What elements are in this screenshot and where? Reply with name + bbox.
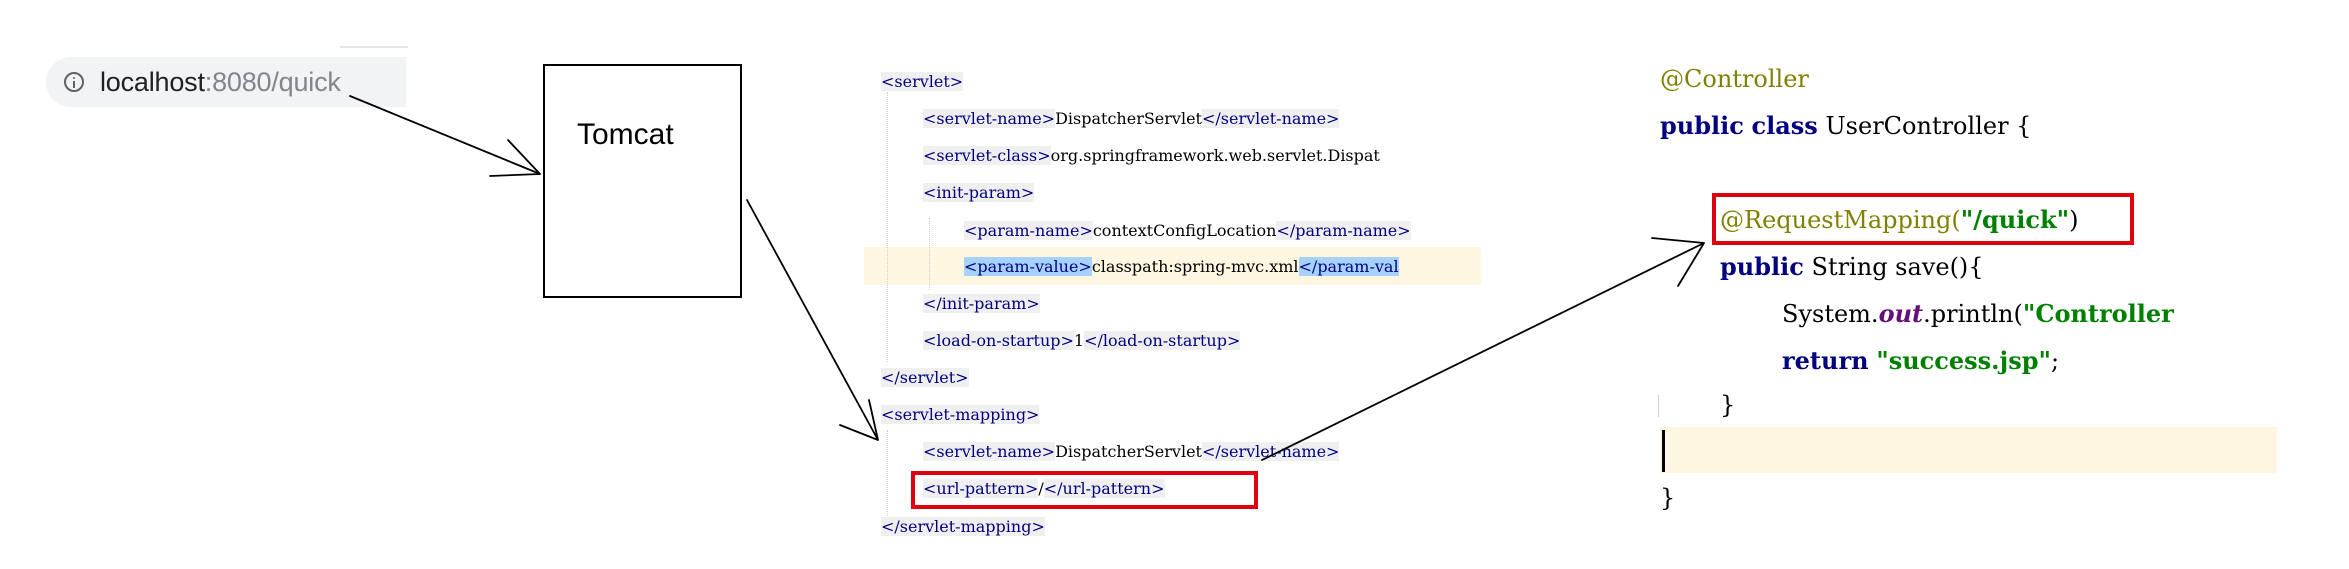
arrow-mapping-to-controller xyxy=(1261,237,1705,461)
arrow-browser-to-tomcat xyxy=(349,95,541,177)
arrow-tomcat-to-mapping xyxy=(746,199,879,441)
flow-arrows xyxy=(349,95,1705,461)
